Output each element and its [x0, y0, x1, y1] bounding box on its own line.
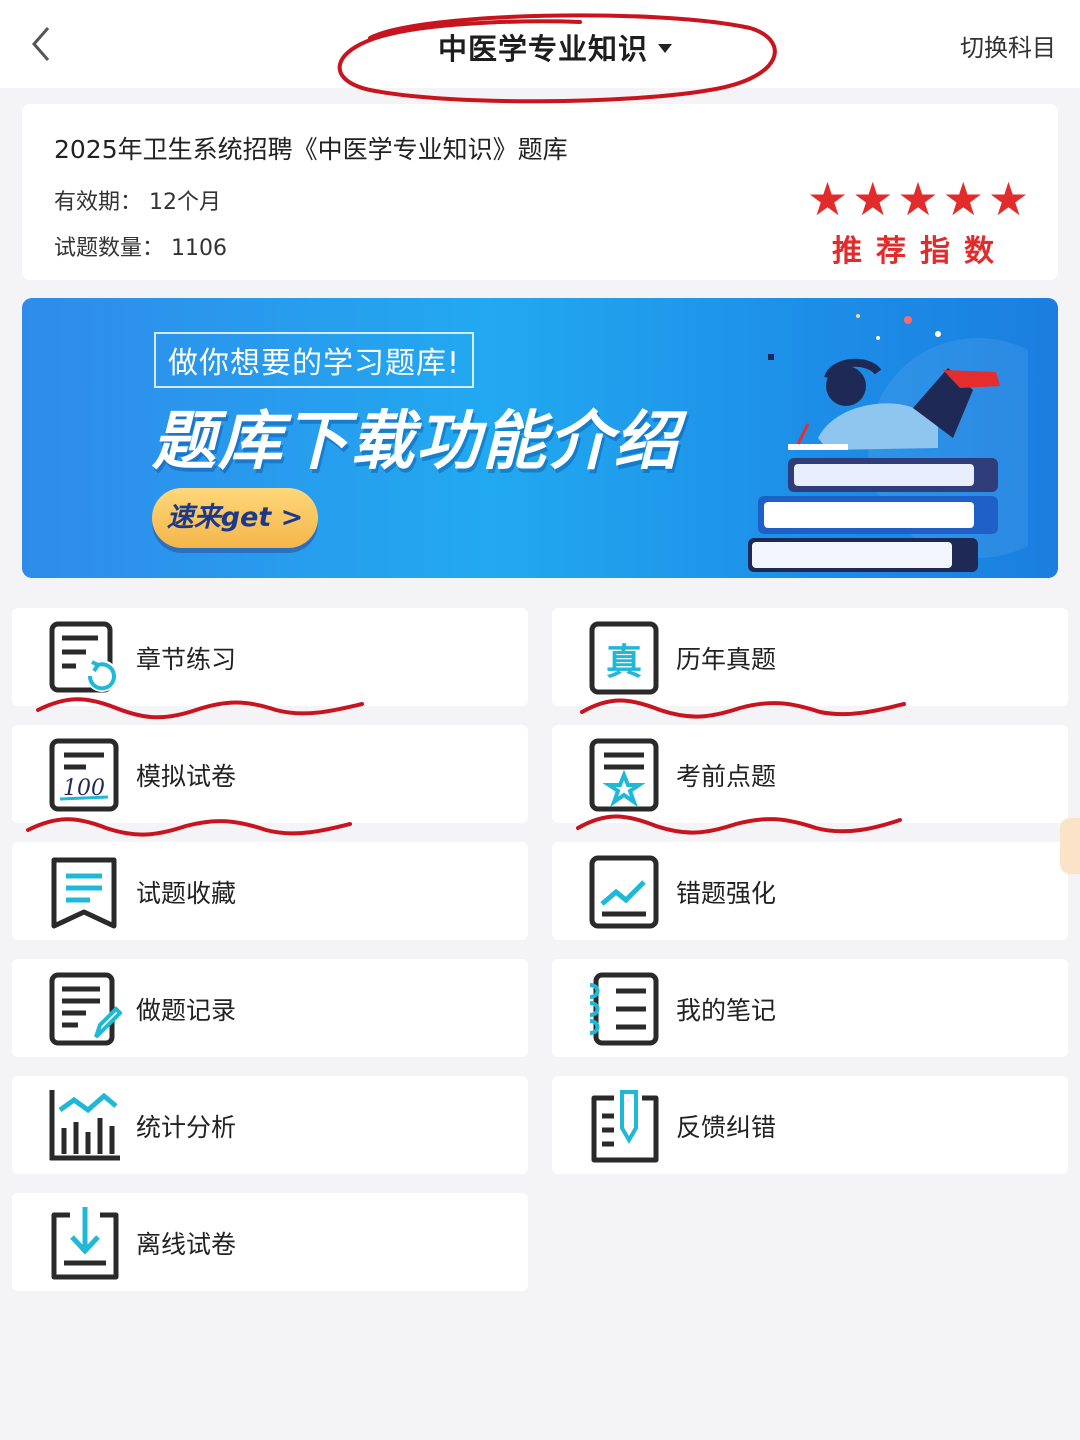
menu-question-favorites[interactable]: 试题收藏	[12, 842, 528, 940]
menu-label: 历年真题	[676, 645, 777, 674]
page-title-text: 中医学专业知识	[437, 32, 648, 66]
bookmark-icon	[51, 857, 117, 929]
menu-mock-paper[interactable]: 100 模拟试卷	[12, 725, 528, 823]
menu-offline-paper[interactable]: 离线试卷	[12, 1193, 528, 1291]
banner-get-button[interactable]: 速来get >	[152, 488, 318, 548]
banner-title: 题库下载功能介绍	[152, 405, 680, 479]
feedback-icon	[591, 1090, 659, 1163]
wrong-question-chart-icon	[589, 855, 659, 929]
menu-statistics[interactable]: 统计分析	[12, 1076, 528, 1174]
recommendation-rating: ★★★★★ 推荐指数	[800, 176, 1040, 270]
subject-selector[interactable]: 中医学专业知识	[330, 8, 780, 108]
menu-wrong-question-drill[interactable]: 错题强化	[552, 842, 1068, 940]
pre-exam-star-icon	[589, 738, 659, 812]
menu-label: 我的笔记	[676, 996, 777, 1025]
menu-past-exams[interactable]: 真 历年真题	[552, 608, 1068, 706]
menu-label: 离线试卷	[136, 1230, 237, 1259]
girl-reading-books-illustration	[748, 314, 1028, 572]
menu-label: 做题记录	[136, 996, 237, 1025]
menu-label: 错题强化	[676, 879, 777, 908]
menu-practice-record[interactable]: 做题记录	[12, 959, 528, 1057]
top-bar: 中医学专业知识 切换科目	[0, 0, 1080, 104]
menu-label: 模拟试卷	[136, 762, 237, 791]
menu-label: 反馈纠错	[676, 1113, 777, 1142]
question-bank-info-card: 2025年卫生系统招聘《中医学专业知识》题库 有效期： 12个月 试题数量： 1…	[22, 104, 1058, 280]
promo-banner[interactable]: 做你想要的学习题库! 题库下载功能介绍 速来get >	[22, 298, 1058, 578]
bank-name: 2025年卫生系统招聘《中医学专业知识》题库	[54, 135, 568, 164]
menu-my-notes[interactable]: 我的笔记	[552, 959, 1068, 1057]
question-count: 试题数量： 1106	[54, 236, 227, 261]
floating-side-tab[interactable]	[1060, 818, 1080, 874]
notebook-icon	[589, 972, 659, 1046]
back-arrow-icon[interactable]	[22, 20, 62, 68]
mock-paper-icon: 100	[49, 738, 119, 812]
statistics-icon	[49, 1090, 120, 1161]
chapter-practice-icon	[49, 621, 118, 693]
menu-label: 考前点题	[676, 762, 777, 791]
validity-period: 有效期： 12个月	[54, 190, 221, 215]
page-title[interactable]: 中医学专业知识	[330, 26, 780, 68]
rating-stars: ★★★★★	[806, 172, 1034, 226]
menu-feedback[interactable]: 反馈纠错	[552, 1076, 1068, 1174]
menu-label: 试题收藏	[136, 879, 237, 908]
caret-down-icon	[658, 43, 672, 53]
menu-pre-exam-tips[interactable]: 考前点题	[552, 725, 1068, 823]
rating-label: 推荐指数	[832, 234, 1008, 269]
banner-tag: 做你想要的学习题库!	[154, 332, 475, 388]
record-edit-icon	[49, 972, 122, 1046]
menu-label: 统计分析	[136, 1113, 237, 1142]
svg-text:真: 真	[606, 642, 642, 683]
switch-subject-button[interactable]: 切换科目	[960, 28, 1056, 63]
menu-label: 章节练习	[136, 645, 237, 674]
download-icon	[51, 1207, 119, 1280]
past-exams-icon: 真	[589, 621, 659, 695]
menu-chapter-practice[interactable]: 章节练习	[12, 608, 528, 706]
